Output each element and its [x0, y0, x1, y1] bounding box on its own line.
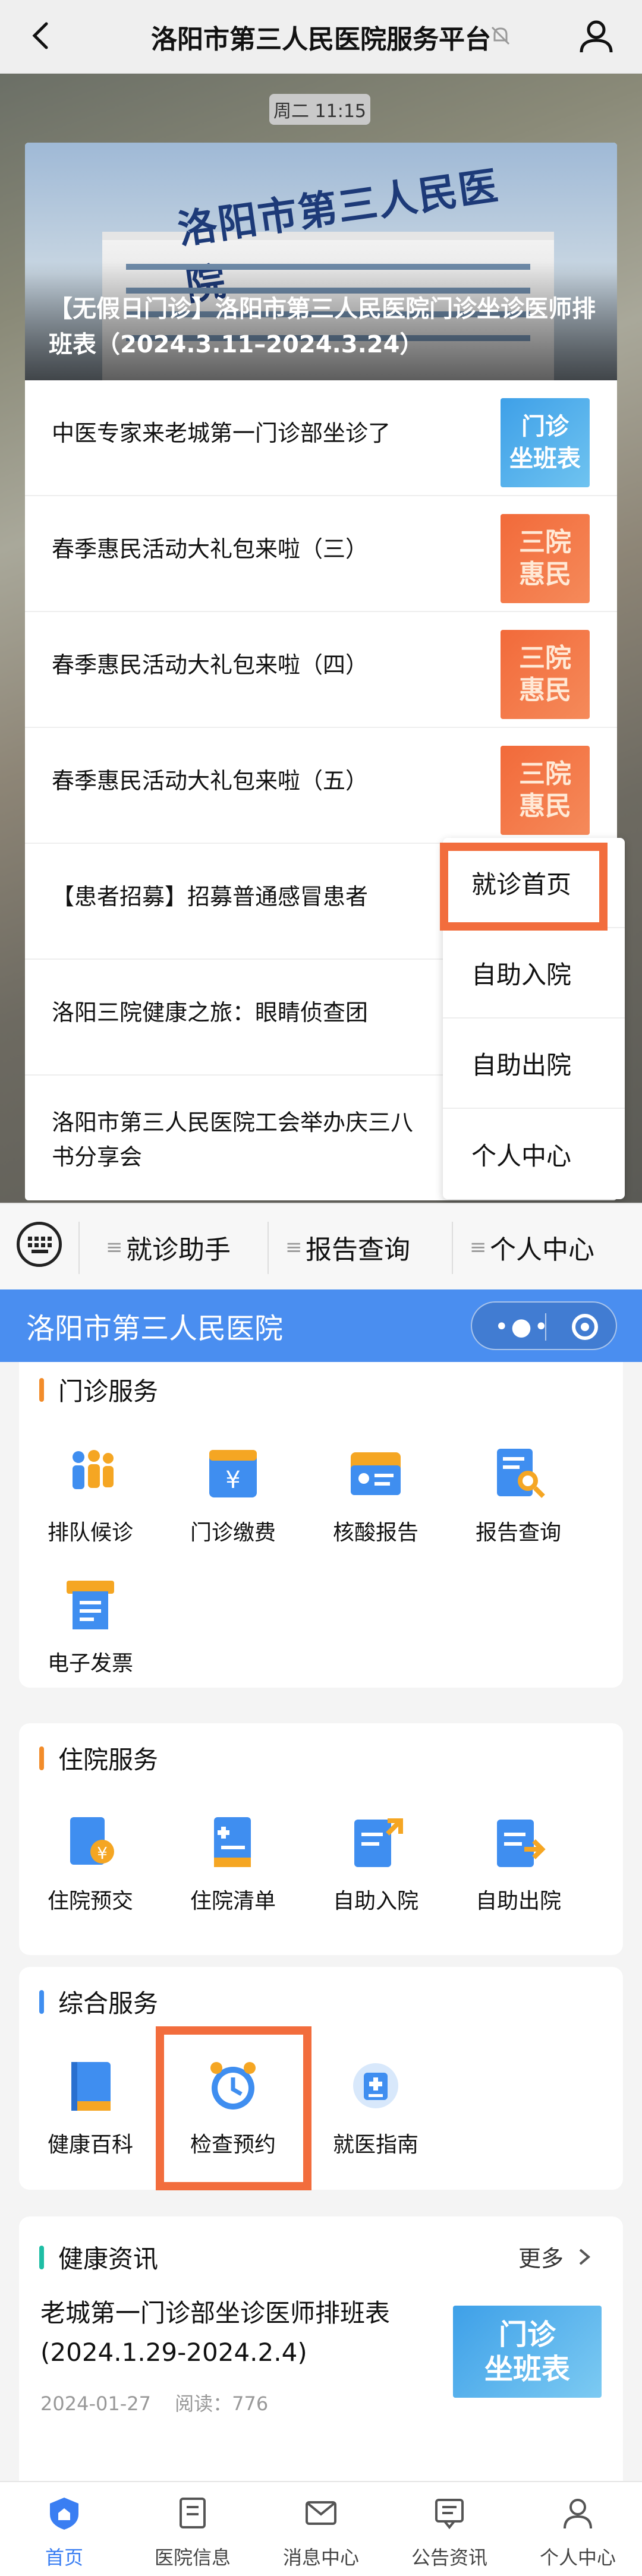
article-cover-title: 【无假日门诊】洛阳市第三人民医院门诊坐诊医师排班表（2024.3.11–2024… — [49, 295, 596, 358]
service-queue[interactable]: 排队候诊 — [31, 1444, 150, 1563]
mini-program-capsule: •●• — [471, 1301, 617, 1350]
announcement-icon — [435, 2499, 464, 2530]
news-article-thumbnail[interactable]: 门诊 坐班表 — [453, 2306, 602, 2398]
service-inpatient-list[interactable]: 住院清单 — [174, 1812, 292, 1931]
service-visit-guide[interactable]: 就医指南 — [316, 2056, 435, 2175]
envelope-icon — [306, 2501, 336, 2525]
news-item[interactable]: 春季惠民活动大礼包来啦（四） 三院 惠民 — [25, 612, 617, 728]
news-thumbnail: 门诊 坐班表 — [501, 398, 590, 487]
prepay-doc-icon: ¥ — [70, 1817, 114, 1865]
tab-home[interactable]: 首页 — [0, 2482, 128, 2576]
tab-personal-center[interactable]: 个人中心 — [514, 2482, 642, 2576]
service-report-query[interactable]: 报告查询 — [459, 1444, 578, 1563]
highlight-box-exam-booking — [156, 2026, 311, 2190]
home-shield-icon — [50, 2498, 78, 2530]
section-heading: 门诊服务 — [39, 1371, 158, 1408]
mini-program-title: 洛阳市第三人民医院 — [26, 1312, 284, 1345]
user-profile-icon[interactable] — [577, 17, 616, 56]
section-heading: 健康资讯 — [39, 2239, 158, 2275]
news-more-link[interactable]: 更多 — [518, 2240, 596, 2273]
news-title: 中医专家来老城第一门诊部坐诊了 — [52, 420, 391, 446]
news-item[interactable]: 中医专家来老城第一门诊部坐诊了 门诊 坐班表 — [25, 380, 617, 496]
news-item[interactable]: 春季惠民活动大礼包来啦（五） 三院 惠民 — [25, 728, 617, 844]
menu-lines-icon: ≡ — [285, 1235, 303, 1259]
svg-text:¥: ¥ — [97, 1843, 108, 1863]
mini-program-tab-bar: 首页 医院信息 消息中心 公告资讯 个人中心 — [0, 2481, 642, 2576]
news-thumbnail: 三院 惠民 — [501, 630, 590, 719]
id-card-icon — [351, 1452, 401, 1495]
menu-report-query[interactable]: ≡ 报告查询 — [285, 1204, 410, 1291]
report-search-icon — [497, 1449, 545, 1498]
service-e-invoice[interactable]: 电子发票 — [31, 1575, 150, 1694]
tab-hospital-info[interactable]: 医院信息 — [128, 2482, 257, 2576]
menu-personal-center[interactable]: ≡ 个人中心 — [470, 1204, 594, 1291]
news-title: 春季惠民活动大礼包来啦（四） — [52, 652, 369, 678]
service-outpatient-payment[interactable]: ¥ 门诊缴费 — [174, 1444, 292, 1563]
queue-people-icon — [73, 1450, 114, 1489]
invoice-icon — [67, 1581, 114, 1629]
section-heading: 住院服务 — [39, 1740, 158, 1776]
news-article-meta: 2024-01-27 阅读：776 — [40, 2392, 269, 2415]
book-icon — [71, 2062, 111, 2111]
mute-bell-icon — [491, 26, 510, 45]
news-article-title[interactable]: 老城第一门诊部坐诊医师排班表 (2024.1.29-2024.2.4) — [40, 2294, 445, 2372]
news-title: 洛阳三院健康之旅：眼睛侦查团 — [52, 999, 369, 1026]
news-title: 【患者招募】招募普通感冒患者 — [52, 884, 369, 910]
service-inpatient-prepay[interactable]: ¥ 住院预交 — [31, 1812, 150, 1931]
popup-item-personal-center[interactable]: 个人中心 — [443, 1109, 625, 1199]
service-self-discharge[interactable]: 自助出院 — [459, 1812, 578, 1931]
menu-lines-icon: ≡ — [470, 1235, 487, 1259]
health-news-section: 健康资讯 更多 老城第一门诊部坐诊医师排班表 (2024.1.29-2024.2… — [19, 2216, 623, 2502]
service-nucleic-report[interactable]: 核酸报告 — [316, 1444, 435, 1563]
hospital-info-icon — [180, 2498, 206, 2528]
discharge-doc-icon — [497, 1820, 546, 1867]
menu-lines-icon: ≡ — [106, 1235, 123, 1259]
guide-icon — [353, 2063, 398, 2108]
service-health-wiki[interactable]: 健康百科 — [31, 2056, 150, 2175]
person-icon — [564, 2499, 592, 2529]
back-arrow-icon[interactable] — [24, 18, 59, 53]
news-title: 春季惠民活动大礼包来啦（五） — [52, 768, 369, 794]
wechat-title-bar: 洛阳市第三人民医院服务平台 — [0, 0, 642, 74]
news-thumbnail: 三院 惠民 — [501, 746, 590, 835]
admission-doc-icon — [354, 1818, 403, 1867]
account-menu-bar: ≡ 就诊助手 ≡ 报告查询 ≡ 个人中心 — [0, 1203, 642, 1289]
highlight-box-visit-home — [440, 843, 608, 931]
general-service-section: 综合服务 健康百科 检查预约 就医指南 — [19, 1967, 623, 2190]
close-target-icon[interactable] — [572, 1314, 598, 1340]
chevron-right-icon — [579, 2248, 591, 2265]
news-item[interactable]: 春季惠民活动大礼包来啦（三） 三院 惠民 — [25, 496, 617, 612]
article-cover-image[interactable]: 洛阳市第三人民医院 【无假日门诊】洛阳市第三人民医院门诊坐诊医师排班表（2024… — [25, 143, 617, 380]
inpatient-service-section: 住院服务 ¥ 住院预交 住院清单 自助入院 自助出院 — [19, 1723, 623, 1955]
chat-title: 洛阳市第三人民医院服务平台 — [151, 24, 491, 55]
svg-text:¥: ¥ — [225, 1467, 240, 1494]
payment-yen-icon: ¥ — [209, 1450, 257, 1497]
tab-announcements[interactable]: 公告资讯 — [385, 2482, 514, 2576]
list-doc-icon — [214, 1817, 251, 1867]
more-dots-icon[interactable]: •●• — [495, 1313, 550, 1341]
building-sign: 洛阳市第三人民医院 — [175, 162, 502, 310]
popup-item-self-admission[interactable]: 自助入院 — [443, 928, 625, 1019]
tab-message-center[interactable]: 消息中心 — [257, 2482, 385, 2576]
section-heading: 综合服务 — [39, 1984, 158, 2020]
message-timestamp: 周二 11:15 — [269, 94, 370, 125]
news-title: 洛阳市第三人民医院工会举办庆三八 书分享会 — [52, 1109, 414, 1170]
outpatient-service-section: 门诊服务 排队候诊 ¥ 门诊缴费 核酸报告 报告查询 电子发票 — [19, 1362, 623, 1688]
menu-visit-assistant[interactable]: ≡ 就诊助手 — [106, 1204, 231, 1291]
popup-item-self-discharge[interactable]: 自助出院 — [443, 1019, 625, 1109]
service-self-admission[interactable]: 自助入院 — [316, 1812, 435, 1931]
keyboard-icon[interactable] — [17, 1222, 62, 1267]
news-thumbnail: 三院 惠民 — [501, 514, 590, 603]
news-title: 春季惠民活动大礼包来啦（三） — [52, 536, 369, 562]
